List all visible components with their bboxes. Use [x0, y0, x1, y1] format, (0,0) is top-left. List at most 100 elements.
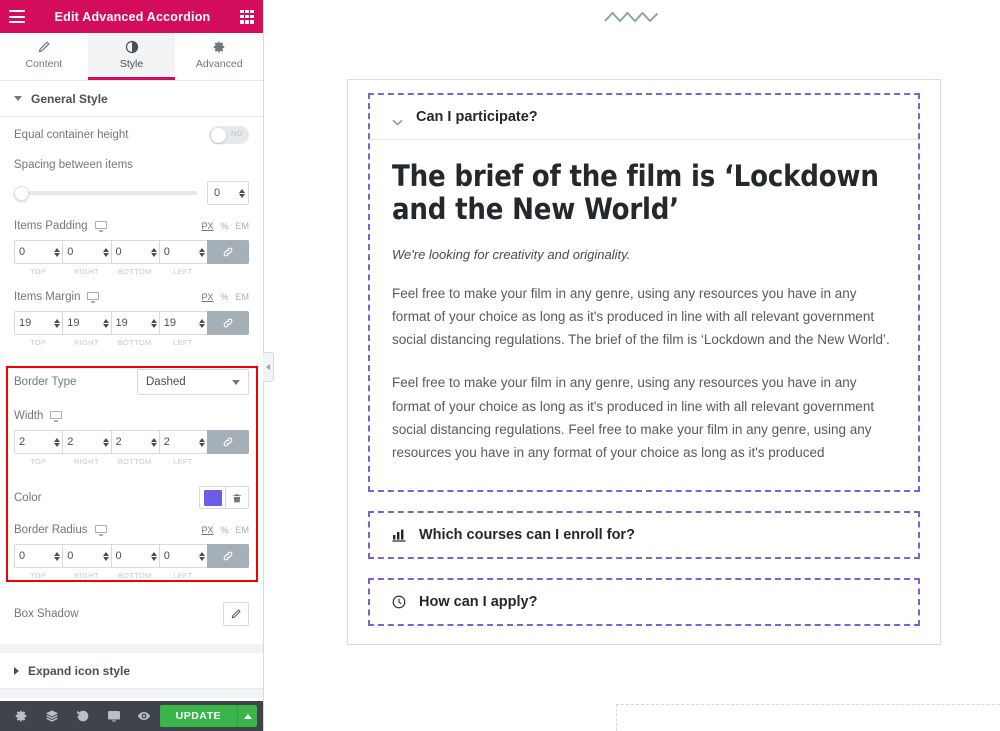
update-button[interactable]: UPDATE — [160, 705, 237, 727]
slider-thumb[interactable] — [14, 186, 29, 201]
accordion-header[interactable]: How can I apply? — [370, 580, 918, 624]
items-margin-top-value: 19 — [19, 317, 31, 329]
border-width-fields: 2 TOP 2 RIGHT 2 BOTTOM 2 — [14, 430, 249, 466]
panel-collapse-toggle[interactable] — [263, 352, 274, 382]
section-general-style[interactable]: General Style — [0, 81, 263, 117]
border-width-link-toggle[interactable] — [207, 430, 249, 454]
accordion-header[interactable]: Which courses can I enroll for? — [370, 513, 918, 557]
chevron-up-icon — [244, 714, 252, 719]
panel-scroll-area[interactable]: General Style Equal container height NO — [0, 81, 263, 701]
toggle-knob — [211, 128, 226, 143]
control-box-shadow: Box Shadow — [14, 586, 249, 636]
panel-tabs: Content Style Advanced — [0, 33, 263, 81]
history-button[interactable] — [67, 701, 98, 731]
monitor-icon[interactable] — [95, 221, 107, 232]
spinner-icon[interactable] — [199, 248, 205, 257]
spinner-icon[interactable] — [199, 319, 205, 328]
items-padding-text: Items Padding — [14, 220, 88, 232]
items-margin-link-toggle[interactable] — [207, 311, 249, 335]
spacing-slider[interactable] — [14, 186, 197, 200]
accordion-header[interactable]: Can I participate? — [370, 95, 918, 139]
settings-button[interactable] — [6, 701, 37, 731]
tab-style[interactable]: Style — [88, 33, 176, 80]
unit-em[interactable]: EM — [236, 221, 250, 231]
tab-content[interactable]: Content — [0, 33, 88, 80]
spinner-icon[interactable] — [151, 552, 157, 561]
spinner-icon[interactable] — [239, 189, 245, 198]
tab-advanced[interactable]: Advanced — [175, 33, 263, 80]
unit-px[interactable]: PX — [201, 292, 213, 302]
items-padding-units: PX % EM — [201, 221, 249, 231]
unit-percent[interactable]: % — [220, 525, 228, 535]
unit-px[interactable]: PX — [201, 221, 213, 231]
section-expand-icon-style[interactable]: Expand icon style — [0, 653, 263, 689]
preview-button[interactable] — [129, 701, 160, 731]
items-padding-top-value: 0 — [19, 246, 25, 258]
spacing-number-input[interactable]: 0 — [207, 181, 249, 205]
spinner-icon[interactable] — [54, 552, 60, 561]
accordion-title: Which courses can I enroll for? — [419, 527, 635, 543]
border-radius-right: 0 RIGHT — [62, 544, 110, 580]
grid-icon[interactable] — [240, 10, 254, 24]
equal-container-height-toggle[interactable]: NO — [209, 126, 249, 144]
border-color-picker — [199, 486, 249, 509]
unit-percent[interactable]: % — [220, 292, 228, 302]
spinner-icon[interactable] — [199, 552, 205, 561]
add-section-dropzone[interactable] — [616, 704, 1000, 731]
border-radius-left: 0 LEFT — [159, 544, 207, 580]
items-margin-fields: 19 TOP 19 RIGHT 19 BOTTOM 19 — [14, 311, 249, 347]
zigzag-icon — [603, 8, 661, 26]
spinner-icon[interactable] — [103, 319, 109, 328]
unit-em[interactable]: EM — [236, 525, 250, 535]
hamburger-icon[interactable] — [9, 10, 25, 23]
color-swatch[interactable] — [199, 486, 225, 509]
clock-icon — [392, 595, 406, 609]
items-margin-top-label: TOP — [14, 338, 62, 347]
clear-color-button[interactable] — [225, 486, 249, 509]
monitor-icon[interactable] — [95, 525, 107, 536]
accordion-item[interactable]: How can I apply? — [368, 578, 920, 626]
control-border-radius: Border Radius PX % EM 0 TOP — [14, 515, 249, 586]
accordion-item[interactable]: Can I participate? The brief of the film… — [368, 93, 920, 492]
chevron-down-icon — [232, 380, 240, 385]
content-subtitle: We're looking for creativity and origina… — [392, 247, 896, 262]
spinner-icon[interactable] — [151, 438, 157, 447]
accordion-widget[interactable]: Can I participate? The brief of the film… — [347, 79, 941, 645]
toggle-value: NO — [231, 129, 243, 138]
border-radius-link-toggle[interactable] — [207, 544, 249, 568]
spinner-icon[interactable] — [54, 319, 60, 328]
spinner-icon[interactable] — [103, 552, 109, 561]
responsive-mode-button[interactable] — [98, 701, 129, 731]
unit-percent[interactable]: % — [220, 221, 228, 231]
spinner-icon[interactable] — [103, 438, 109, 447]
items-padding-label: Items Padding — [14, 220, 107, 232]
box-shadow-label: Box Shadow — [14, 608, 79, 620]
spinner-icon[interactable] — [54, 248, 60, 257]
section-gap — [0, 689, 263, 698]
monitor-icon[interactable] — [50, 411, 62, 422]
spinner-icon[interactable] — [54, 438, 60, 447]
layers-icon — [45, 709, 59, 723]
spinner-icon[interactable] — [151, 319, 157, 328]
border-width-left-value: 2 — [164, 436, 170, 448]
border-width-label: Width — [14, 410, 62, 422]
spinner-icon[interactable] — [199, 438, 205, 447]
preview-canvas[interactable]: Can I participate? The brief of the film… — [264, 0, 1000, 731]
spinner-icon[interactable] — [151, 248, 157, 257]
panel-header: Edit Advanced Accordion — [0, 0, 263, 33]
eye-icon — [137, 709, 151, 723]
monitor-icon[interactable] — [87, 292, 99, 303]
items-padding-link-toggle[interactable] — [207, 240, 249, 264]
border-type-label: Border Type — [14, 376, 76, 388]
unit-px[interactable]: PX — [201, 525, 213, 535]
box-shadow-edit-button[interactable] — [223, 602, 249, 626]
unit-em[interactable]: EM — [236, 292, 250, 302]
spinner-icon[interactable] — [103, 248, 109, 257]
navigator-button[interactable] — [37, 701, 68, 731]
update-options-button[interactable] — [237, 705, 257, 727]
accordion-item[interactable]: Which courses can I enroll for? — [368, 511, 920, 559]
link-icon — [222, 317, 234, 329]
zigzag-divider — [264, 8, 1000, 26]
border-type-select[interactable]: Dashed — [137, 369, 249, 395]
accordion-title: Can I participate? — [416, 109, 538, 125]
